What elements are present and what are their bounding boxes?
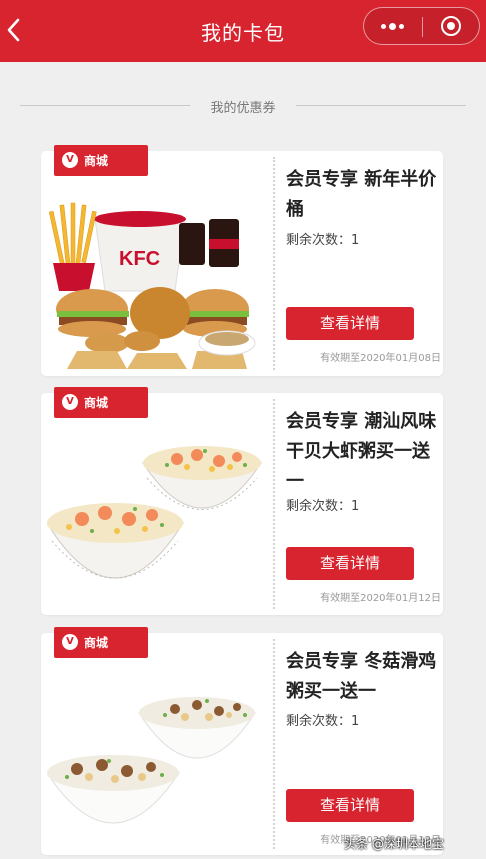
- watermark: 头条 @深圳本地宝: [344, 837, 444, 851]
- expiry-date: 有效期至2020年01月12日: [320, 593, 441, 604]
- remaining-count: 剩余次数：1: [286, 714, 360, 729]
- coupon-image: [47, 446, 262, 579]
- section-header: 我的优惠券: [0, 95, 486, 117]
- divider-right: [296, 105, 466, 106]
- nav-bar: 我的卡包: [0, 0, 486, 62]
- member-v-logo-icon: V: [62, 394, 78, 410]
- coupon-image: [47, 697, 256, 824]
- more-button[interactable]: [364, 8, 422, 44]
- member-v-logo-icon: V: [62, 152, 78, 168]
- remaining-count: 剩余次数：1: [286, 499, 360, 514]
- section-label: 我的优惠券: [210, 101, 276, 116]
- svg-text:KFC: KFC: [119, 248, 160, 270]
- coupon-title: 会员专享 冬菇滑鸡粥买一送一: [286, 651, 437, 702]
- view-details-button[interactable]: 查看详情: [286, 307, 414, 340]
- mini-program-capsule: [363, 7, 480, 45]
- view-details-button[interactable]: 查看详情: [286, 547, 414, 580]
- coupon-card[interactable]: V 商城 KFC 会员专享 新年半价桶 剩余次数：1 查看详情 有效期至2020…: [41, 145, 443, 376]
- coupon-card[interactable]: V 商城 会员专享 冬菇滑鸡粥买一送一 剩余次数：1 查看详情 有效期至2020…: [41, 627, 443, 855]
- view-details-button[interactable]: 查看详情: [286, 789, 414, 822]
- coupon-title: 会员专享 潮汕风味干贝大虾粥买一送一: [286, 411, 437, 492]
- mall-tag: V 商城: [54, 387, 148, 418]
- mall-tag: V 商城: [54, 627, 148, 658]
- perforation: [273, 157, 275, 370]
- coupon-image: KFC: [48, 202, 256, 369]
- perforation: [273, 639, 275, 849]
- perforation: [273, 399, 275, 609]
- close-button[interactable]: [423, 8, 479, 44]
- coupon-card[interactable]: V 商城 会员专享 潮汕风味干贝大虾粥买一送一 剩余次数：1 查看详情 有效期至…: [41, 387, 443, 615]
- coupon-title: 会员专享 新年半价桶: [286, 169, 437, 220]
- remaining-count: 剩余次数：1: [286, 233, 360, 248]
- mall-tag: V 商城: [54, 145, 148, 176]
- member-v-logo-icon: V: [62, 634, 78, 650]
- expiry-date: 有效期至2020年01月08日: [320, 353, 441, 364]
